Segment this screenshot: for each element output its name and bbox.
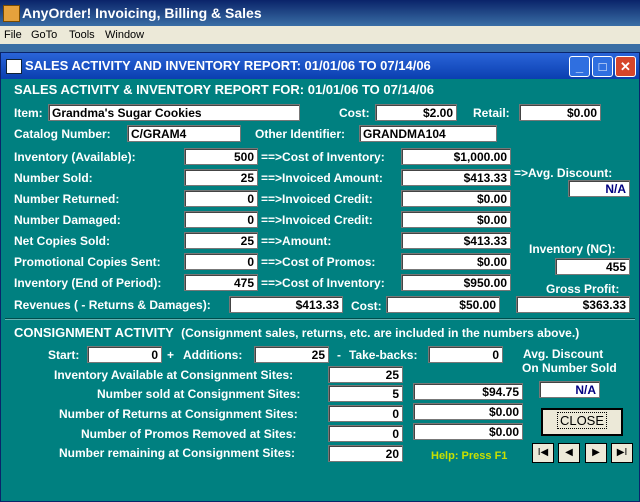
start-field[interactable]: 0 bbox=[87, 346, 162, 363]
row-amount[interactable]: $0.00 bbox=[401, 190, 511, 207]
consign-row-label: Inventory Available at Consignment Sites… bbox=[54, 368, 294, 382]
row-qty[interactable]: 475 bbox=[184, 274, 258, 291]
item-field[interactable]: Grandma's Sugar Cookies bbox=[48, 104, 300, 121]
additions-field[interactable]: 25 bbox=[254, 346, 329, 363]
consign-row-amount[interactable]: $0.00 bbox=[413, 423, 523, 440]
consign-row-label: Number sold at Consignment Sites: bbox=[97, 387, 301, 401]
row-label: Number Damaged: bbox=[14, 213, 121, 227]
next-record-button[interactable]: ▶ bbox=[585, 443, 607, 463]
cost-label: Cost: bbox=[339, 106, 370, 120]
app-title-bar: AnyOrder! Invoicing, Billing & Sales bbox=[0, 0, 640, 26]
plus-sign: + bbox=[167, 348, 175, 362]
consign-row-qty[interactable]: 25 bbox=[328, 366, 403, 383]
consign-avg-discount-label-2: On Number Sold bbox=[522, 361, 617, 375]
menu-file[interactable]: File bbox=[4, 26, 22, 44]
help-hint: Help: Press F1 bbox=[431, 450, 508, 462]
row-arrow-label: ==>Invoiced Amount: bbox=[261, 171, 383, 185]
revenue-cost-field[interactable]: $50.00 bbox=[386, 296, 500, 313]
row-qty[interactable]: 25 bbox=[184, 232, 258, 249]
avg-discount-label: =>Avg. Discount: bbox=[514, 166, 613, 180]
inventory-nc-label: Inventory (NC): bbox=[529, 242, 616, 256]
row-label: Inventory (Available): bbox=[14, 150, 136, 164]
retail-label: Retail: bbox=[473, 106, 510, 120]
catalog-field[interactable]: C/GRAM4 bbox=[127, 125, 241, 142]
row-arrow-label: ==>Cost of Inventory: bbox=[261, 150, 385, 164]
report-window: SALES ACTIVITY AND INVENTORY REPORT: 01/… bbox=[0, 52, 640, 502]
gross-profit-field[interactable]: $363.33 bbox=[516, 296, 630, 313]
menu-goto[interactable]: GoTo bbox=[31, 26, 57, 44]
start-label: Start: bbox=[48, 348, 80, 362]
row-label: Inventory (End of Period): bbox=[14, 276, 162, 290]
consign-row-qty[interactable]: 5 bbox=[328, 385, 403, 402]
row-qty[interactable]: 0 bbox=[184, 253, 258, 270]
consign-row-label: Number of Returns at Consignment Sites: bbox=[59, 407, 298, 421]
app-icon bbox=[3, 5, 20, 22]
minus-sign: - bbox=[337, 348, 341, 362]
cost-field[interactable]: $2.00 bbox=[375, 104, 457, 121]
consign-row-qty[interactable]: 0 bbox=[328, 425, 403, 442]
revenues-label: Revenues ( - Returns & Damages): bbox=[14, 298, 211, 312]
gross-profit-label: Gross Profit: bbox=[546, 282, 620, 296]
row-amount[interactable]: $413.33 bbox=[401, 232, 511, 249]
row-amount[interactable]: $0.00 bbox=[401, 211, 511, 228]
row-arrow-label: ==>Cost of Inventory: bbox=[261, 276, 385, 290]
item-label: Item: bbox=[14, 106, 43, 120]
avg-discount-field[interactable]: N/A bbox=[568, 180, 630, 197]
menu-tools[interactable]: Tools bbox=[69, 26, 95, 44]
window-icon bbox=[6, 59, 22, 74]
row-qty[interactable]: 0 bbox=[184, 190, 258, 207]
revenues-field[interactable]: $413.33 bbox=[229, 296, 343, 313]
maximize-icon[interactable]: □ bbox=[592, 56, 613, 77]
consignment-heading: CONSIGNMENT ACTIVITY (Consignment sales,… bbox=[14, 325, 580, 340]
close-icon[interactable]: ✕ bbox=[615, 56, 636, 77]
row-label: Number Sold: bbox=[14, 171, 93, 185]
additions-label: Additions: bbox=[183, 348, 243, 362]
minimize-icon[interactable]: _ bbox=[569, 56, 590, 77]
row-qty[interactable]: 500 bbox=[184, 148, 258, 165]
row-arrow-label: ==>Amount: bbox=[261, 234, 332, 248]
catalog-label: Catalog Number: bbox=[14, 127, 111, 141]
inventory-nc-field[interactable]: 455 bbox=[555, 258, 630, 275]
previous-record-button[interactable]: ◀ bbox=[558, 443, 580, 463]
menu-bar: File GoTo Tools Window bbox=[0, 26, 640, 44]
consign-avg-discount-field[interactable]: N/A bbox=[539, 381, 600, 398]
section-divider bbox=[5, 318, 635, 320]
window-title-bar: SALES ACTIVITY AND INVENTORY REPORT: 01/… bbox=[1, 53, 639, 79]
retail-field[interactable]: $0.00 bbox=[519, 104, 601, 121]
row-arrow-label: ==>Cost of Promos: bbox=[261, 255, 376, 269]
close-button[interactable]: CLOSE bbox=[541, 408, 623, 436]
row-label: Net Copies Sold: bbox=[14, 234, 111, 248]
takebacks-label: Take-backs: bbox=[349, 348, 418, 362]
row-amount[interactable]: $0.00 bbox=[401, 253, 511, 270]
report-heading: SALES ACTIVITY & INVENTORY REPORT FOR: 0… bbox=[14, 82, 434, 97]
consign-row-label: Number of Promos Removed at Sites: bbox=[81, 427, 297, 441]
other-identifier-field[interactable]: GRANDMA104 bbox=[359, 125, 497, 142]
first-record-button[interactable]: I◀ bbox=[532, 443, 554, 463]
revenue-cost-label: Cost: bbox=[351, 299, 382, 313]
consign-row-amount[interactable]: $0.00 bbox=[413, 403, 523, 420]
row-qty[interactable]: 25 bbox=[184, 169, 258, 186]
row-amount[interactable]: $1,000.00 bbox=[401, 148, 511, 165]
consign-row-label: Number remaining at Consignment Sites: bbox=[59, 446, 296, 460]
takebacks-field[interactable]: 0 bbox=[428, 346, 503, 363]
row-label: Promotional Copies Sent: bbox=[14, 255, 161, 269]
window-title: SALES ACTIVITY AND INVENTORY REPORT: 01/… bbox=[25, 58, 431, 73]
row-qty[interactable]: 0 bbox=[184, 211, 258, 228]
row-amount[interactable]: $413.33 bbox=[401, 169, 511, 186]
last-record-button[interactable]: ▶I bbox=[611, 443, 633, 463]
app-title: AnyOrder! Invoicing, Billing & Sales bbox=[22, 5, 262, 21]
row-arrow-label: ==>Invoiced Credit: bbox=[261, 213, 373, 227]
row-amount[interactable]: $950.00 bbox=[401, 274, 511, 291]
other-identifier-label: Other Identifier: bbox=[255, 127, 346, 141]
row-label: Number Returned: bbox=[14, 192, 120, 206]
consign-row-qty[interactable]: 0 bbox=[328, 405, 403, 422]
consign-row-amount[interactable]: $94.75 bbox=[413, 383, 523, 400]
menu-window[interactable]: Window bbox=[105, 26, 144, 44]
consign-row-qty[interactable]: 20 bbox=[328, 445, 403, 462]
row-arrow-label: ==>Invoiced Credit: bbox=[261, 192, 373, 206]
